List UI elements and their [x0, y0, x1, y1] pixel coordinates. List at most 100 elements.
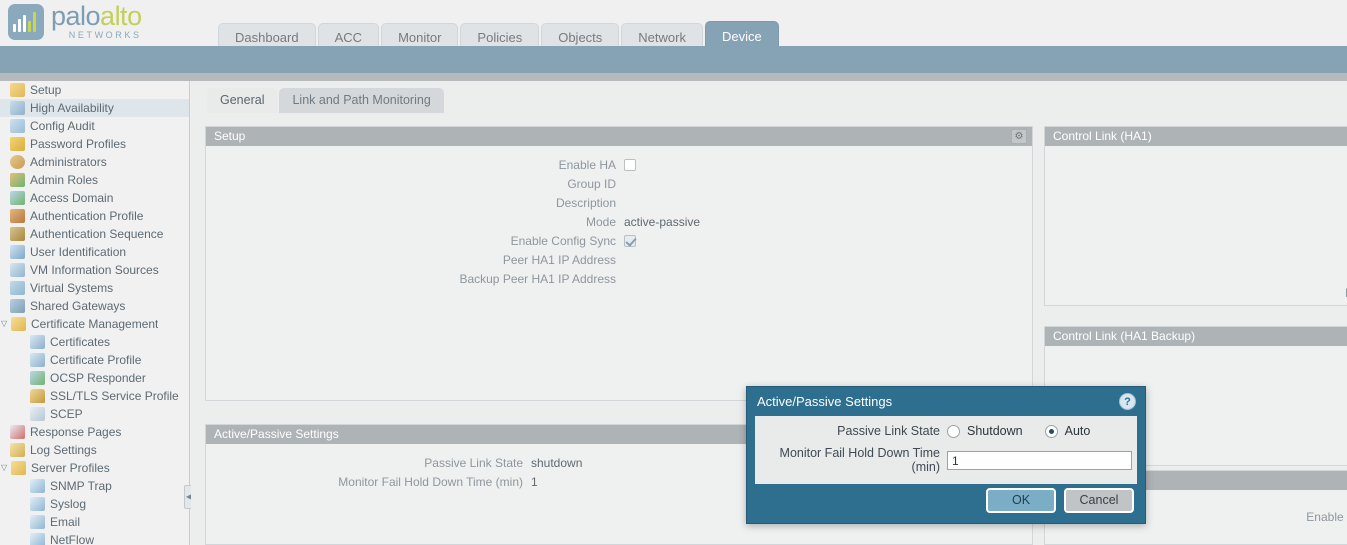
cancel-button[interactable]: Cancel [1064, 488, 1134, 513]
radio-auto[interactable] [1044, 424, 1058, 438]
shared-gateways-icon [10, 299, 25, 313]
sidebar-item-authentication-sequence[interactable]: Authentication Sequence [0, 225, 189, 243]
setup-row-checkbox[interactable] [624, 158, 636, 171]
setup-panel-header: Setup ⚙ [206, 127, 1032, 146]
monitor-fail-hold-down-input[interactable]: 1 [947, 450, 1132, 470]
sidebar-item-label: Log Settings [30, 443, 97, 457]
config-audit-icon [10, 119, 25, 133]
access-domain-icon [10, 191, 25, 205]
monitor-fail-hold-down-label: Monitor Fail Hold Down Time (min) [779, 446, 940, 474]
sidebar-item-password-profiles[interactable]: Password Profiles [0, 135, 189, 153]
top-header: paloalto NETWORKS Dashboard ACC Monitor Pol… [0, 0, 1347, 50]
brand-wordmark: paloalto NETWORKS [51, 3, 142, 40]
sidebar-item-authentication-profile[interactable]: Authentication Profile [0, 207, 189, 225]
setup-row-label: Enable HA [558, 157, 616, 172]
setup-row-value: active-passive [624, 214, 701, 229]
setup-icon [10, 83, 25, 97]
active-passive-panel-title: Active/Passive Settings [214, 427, 339, 441]
certificates-icon [30, 335, 45, 349]
setup-row: Enable HA [206, 155, 1032, 174]
certificate-management-folder-icon [11, 317, 26, 331]
server-profiles-folder-icon [11, 461, 26, 475]
brand-logo: paloalto NETWORKS [8, 3, 142, 40]
setup-row-checkbox[interactable] [624, 234, 636, 247]
sidebar-item-label: Setup [30, 83, 62, 97]
active-passive-row-label: Passive Link State [424, 455, 523, 470]
sidebar-item-netflow[interactable]: NetFlow [0, 531, 189, 545]
active-passive-row-value: 1 [531, 474, 538, 489]
nav-color-band [0, 46, 1347, 73]
radio-auto-label: Auto [1064, 424, 1091, 438]
netflow-icon [30, 533, 45, 545]
dialog-body: Passive Link State Shutdown Auto Monitor… [755, 416, 1137, 484]
sidebar-item-user-identification[interactable]: User Identification [0, 243, 189, 261]
authentication-sequence-icon [10, 227, 25, 241]
sidebar-item-vm-information-sources[interactable]: VM Information Sources [0, 261, 189, 279]
twisty-icon[interactable]: ▽ [1, 320, 10, 328]
dialog-header: Active/Passive Settings ? [747, 387, 1145, 416]
setup-row: Enable Config Sync [206, 231, 1032, 250]
sidebar-item-label: Administrators [30, 155, 107, 169]
email-icon [30, 515, 45, 529]
setup-row-label: Mode [585, 214, 616, 229]
sidebar-item-admin-roles[interactable]: Admin Roles [0, 171, 189, 189]
content-subtabs: General Link and Path Monitoring [207, 88, 446, 113]
sidebar-item-certificates[interactable]: Certificates [0, 333, 189, 351]
sidebar-item-email[interactable]: Email [0, 513, 189, 531]
application-window: paloalto NETWORKS Dashboard ACC Monitor Pol… [0, 0, 1347, 545]
sidebar-item-scep[interactable]: SCEP [0, 405, 189, 423]
sidebar-item-label: High Availability [30, 101, 114, 115]
setup-row-label: Peer HA1 IP Address [502, 252, 616, 267]
twisty-icon[interactable]: ▽ [1, 464, 10, 472]
sidebar-item-setup[interactable]: Setup [0, 81, 189, 99]
sidebar-item-server-profiles[interactable]: ▽ Server Profiles [0, 459, 189, 477]
sidebar-item-high-availability[interactable]: High Availability [0, 99, 189, 117]
sidebar-item-certificate-profile[interactable]: Certificate Profile [0, 351, 189, 369]
ok-button[interactable]: OK [986, 488, 1056, 513]
control-link-ha1-body: M [1045, 146, 1347, 305]
gear-icon[interactable]: ⚙ [1011, 129, 1027, 144]
sidebar-item-label: OCSP Responder [50, 371, 146, 385]
sidebar-item-syslog[interactable]: Syslog [0, 495, 189, 513]
setup-row-label: Description [555, 195, 616, 210]
scep-icon [30, 407, 45, 421]
sidebar-item-access-domain[interactable]: Access Domain [0, 189, 189, 207]
virtual-systems-icon [10, 281, 25, 295]
subtab-general[interactable]: General [207, 88, 278, 113]
sidebar-item-label: Certificate Profile [50, 353, 142, 367]
sidebar-item-label: Shared Gateways [30, 299, 126, 313]
brand-tagline: NETWORKS [68, 30, 142, 40]
sidebar-item-config-audit[interactable]: Config Audit [0, 117, 189, 135]
sidebar-item-certificate-management[interactable]: ▽ Certificate Management [0, 315, 189, 333]
sidebar-item-label: Config Audit [30, 119, 95, 133]
sidebar-item-label: Email [50, 515, 81, 529]
sidebar-item-log-settings[interactable]: Log Settings [0, 441, 189, 459]
sidebar-item-ocsp-responder[interactable]: OCSP Responder [0, 369, 189, 387]
help-icon[interactable]: ? [1119, 393, 1136, 410]
sidebar-item-label: Password Profiles [30, 137, 127, 151]
passive-link-state-row: Passive Link State Shutdown Auto [755, 424, 1137, 438]
sidebar-item-label: Syslog [50, 497, 87, 511]
dialog-title: Active/Passive Settings [757, 394, 893, 409]
admin-roles-icon [10, 173, 25, 187]
sidebar-item-response-pages[interactable]: Response Pages [0, 423, 189, 441]
control-link-ha1-backup-title: Control Link (HA1 Backup) [1053, 329, 1196, 343]
ocsp-responder-icon [30, 371, 45, 385]
administrators-icon [10, 155, 25, 169]
sidebar-item-virtual-systems[interactable]: Virtual Systems [0, 279, 189, 297]
third-panel-clipped-label: Enable S [1306, 510, 1347, 524]
radio-shutdown[interactable] [947, 424, 960, 438]
user-identification-icon [10, 245, 25, 259]
sidebar-item-administrators[interactable]: Administrators [0, 153, 189, 171]
certificate-profile-icon [30, 353, 45, 367]
sidebar-item-label: SSL/TLS Service Profile [50, 389, 179, 403]
authentication-profile-icon [10, 209, 25, 223]
sidebar-item-label: SCEP [50, 407, 83, 421]
sidebar-item-label: Certificates [50, 335, 111, 349]
setup-row: Mode active-passive [206, 212, 1032, 231]
sidebar-item-ssl-tls-service-profile[interactable]: SSL/TLS Service Profile [0, 387, 189, 405]
subtab-link-and-path-monitoring[interactable]: Link and Path Monitoring [279, 88, 444, 113]
sidebar-item-snmp-trap[interactable]: SNMP Trap [0, 477, 189, 495]
sidebar-item-shared-gateways[interactable]: Shared Gateways [0, 297, 189, 315]
sidebar-item-label: Virtual Systems [30, 281, 114, 295]
